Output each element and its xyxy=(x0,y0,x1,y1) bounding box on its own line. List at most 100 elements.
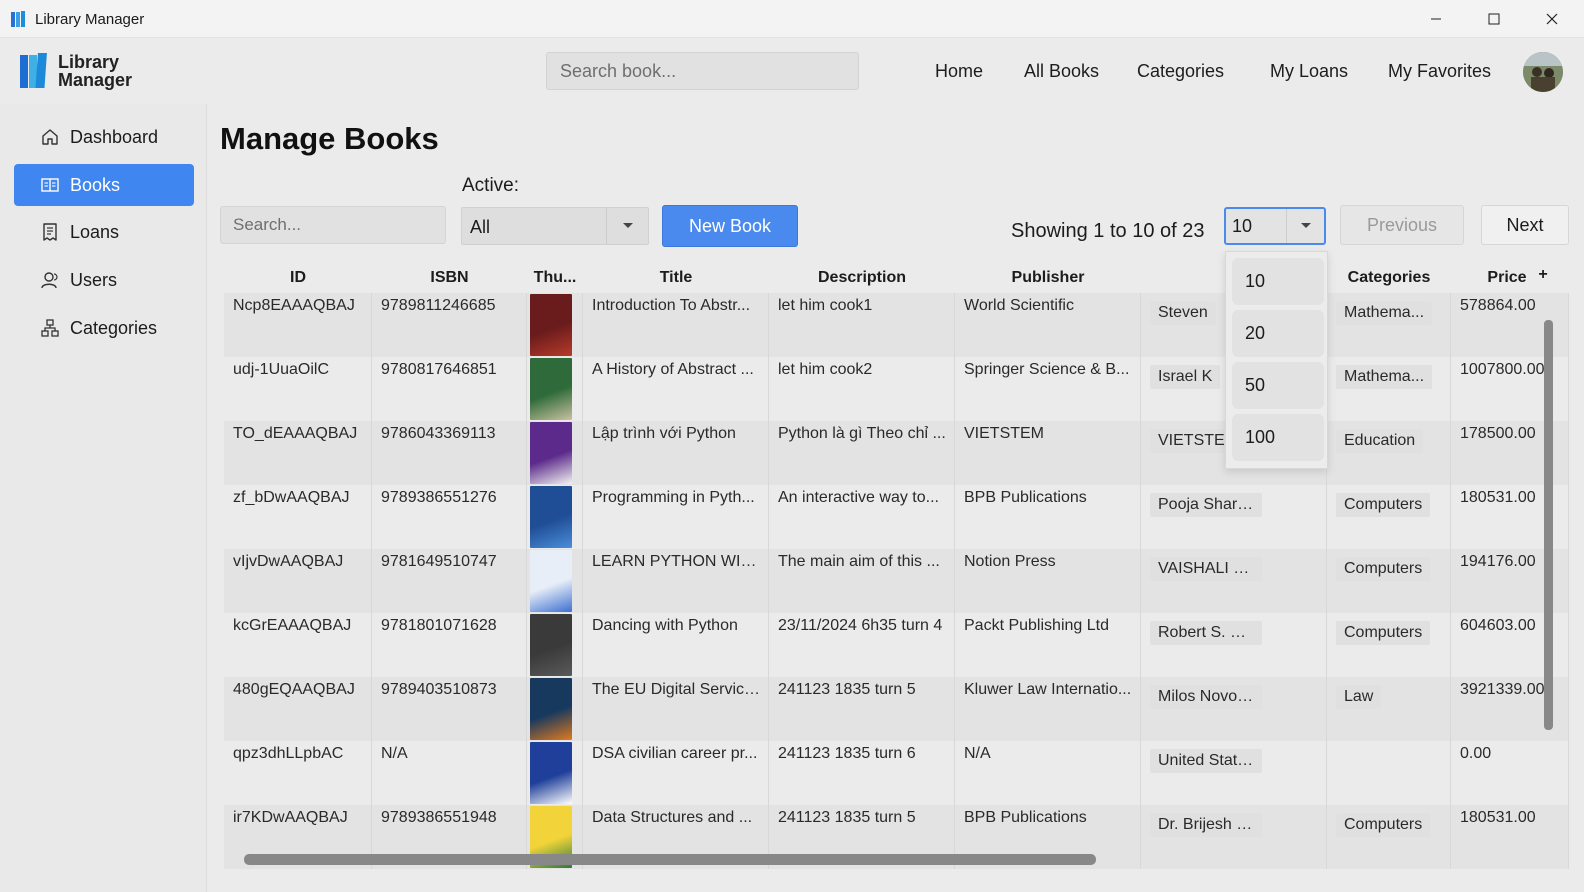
book-search-field[interactable] xyxy=(546,52,859,90)
cell-category: Mathema... xyxy=(1327,293,1451,357)
cell-author: Milos Novovic xyxy=(1141,677,1327,741)
cell-publisher-text: Kluwer Law Internatio... xyxy=(964,681,1132,698)
add-column-icon[interactable]: + xyxy=(1534,266,1552,284)
cell-isbn: N/A xyxy=(372,741,527,805)
main-content: Manage Books Active: All New Book Showin… xyxy=(207,104,1584,892)
cell-thumbnail xyxy=(527,613,583,677)
sidebar-item-dashboard[interactable]: Dashboard xyxy=(14,116,194,158)
active-filter-select[interactable]: All xyxy=(461,207,649,245)
maximize-button[interactable] xyxy=(1465,0,1523,38)
cell-description: let him cook2 xyxy=(769,357,955,421)
new-book-button[interactable]: New Book xyxy=(662,205,798,247)
horizontal-scrollbar-thumb[interactable] xyxy=(244,854,1096,865)
cell-isbn: 9780817646851 xyxy=(372,357,527,421)
cell-id: kcGrEAAAQBAJ xyxy=(224,613,372,677)
table-header: ID ISBN Thu... Title Description Publish… xyxy=(224,263,1569,293)
book-cover-thumbnail xyxy=(530,486,572,548)
table-search-input[interactable] xyxy=(221,207,445,243)
cell-description-text: The main aim of this ... xyxy=(778,553,940,570)
cell-isbn-text: N/A xyxy=(381,745,408,762)
cell-title-text: The EU Digital Service... xyxy=(592,681,762,698)
cell-title-text: Lập trình với Python xyxy=(592,425,736,442)
category-chip: Computers xyxy=(1336,493,1431,517)
book-cover-thumbnail xyxy=(530,678,572,740)
nav-all-books[interactable]: All Books xyxy=(1024,61,1099,82)
app-logo[interactable]: Library Manager xyxy=(18,52,138,92)
cell-publisher: VIETSTEM xyxy=(955,421,1141,485)
cell-title-text: Introduction To Abstr... xyxy=(592,297,751,314)
cell-isbn-text: 9781801071628 xyxy=(381,617,497,634)
category-chip: Education xyxy=(1336,429,1424,453)
column-header-id[interactable]: ID xyxy=(224,269,372,287)
previous-page-button[interactable]: Previous xyxy=(1340,205,1464,245)
column-header-description[interactable]: Description xyxy=(769,269,955,287)
table-row[interactable]: kcGrEAAAQBAJ 9781801071628 Dancing with Py… xyxy=(224,613,1569,677)
cell-isbn-text: 9780817646851 xyxy=(381,361,497,378)
cell-title: A History of Abstract ... xyxy=(583,357,769,421)
cell-isbn-text: 9789403510873 xyxy=(381,681,497,698)
close-button[interactable] xyxy=(1523,0,1581,38)
column-header-isbn[interactable]: ISBN xyxy=(372,269,527,287)
page-size-option-50[interactable]: 50 xyxy=(1232,362,1324,409)
chevron-down-icon xyxy=(606,208,648,244)
cell-title-text: DSA civilian career pr... xyxy=(592,745,758,762)
avatar-photo xyxy=(1523,52,1563,92)
cell-isbn-text: 9789811246685 xyxy=(381,297,496,314)
cell-isbn: 9781649510747 xyxy=(372,549,527,613)
table-row[interactable]: vIjvDwAAQBAJ 9781649510747 LEARN PYTHON WI… xyxy=(224,549,1569,613)
table-row[interactable]: Ncp8EAAAQBAJ 9789811246685 Introduction To… xyxy=(224,293,1569,357)
book-search-input[interactable] xyxy=(547,53,858,89)
table-row[interactable]: udj-1UuaOilC 9780817646851 A History of Ab… xyxy=(224,357,1569,421)
page-size-select[interactable]: 10 xyxy=(1224,207,1326,245)
cell-title-text: Programming in Pyth... xyxy=(592,489,755,506)
minimize-button[interactable] xyxy=(1407,0,1465,38)
cell-description-text: Python là gì Theo chỉ ... xyxy=(778,425,946,442)
category-chip: Law xyxy=(1336,685,1382,709)
nav-my-loans[interactable]: My Loans xyxy=(1270,61,1348,82)
cell-category: Computers xyxy=(1327,549,1451,613)
book-cover-thumbnail xyxy=(530,294,572,356)
horizontal-scrollbar[interactable] xyxy=(226,851,1546,867)
cell-isbn: 9789403510873 xyxy=(372,677,527,741)
page-size-option-100[interactable]: 100 xyxy=(1232,414,1324,461)
cell-publisher: N/A xyxy=(955,741,1141,805)
column-header-publisher[interactable]: Publisher xyxy=(955,269,1141,287)
column-header-title[interactable]: Title xyxy=(583,269,769,287)
table-row[interactable]: 480gEQAAQBAJ 9789403510873 The EU Digital … xyxy=(224,677,1569,741)
hierarchy-icon xyxy=(40,318,60,338)
column-header-thumbnail[interactable]: Thu... xyxy=(527,269,583,287)
page-size-option-10[interactable]: 10 xyxy=(1232,258,1324,305)
cell-id-text: vIjvDwAAQBAJ xyxy=(233,553,344,570)
books-table: ID ISBN Thu... Title Description Publish… xyxy=(224,263,1569,877)
table-row[interactable]: qpz3dhLLpbAC N/A DSA civilian career pr...… xyxy=(224,741,1569,805)
next-page-button[interactable]: Next xyxy=(1481,205,1569,245)
nav-my-favorites[interactable]: My Favorites xyxy=(1388,61,1491,82)
sidebar-item-categories[interactable]: Categories xyxy=(14,307,194,349)
app-header: Library Manager Home All Books Categorie… xyxy=(0,38,1584,104)
cell-isbn: 9786043369113 xyxy=(372,421,527,485)
nav-home[interactable]: Home xyxy=(935,61,983,82)
book-cover-thumbnail xyxy=(530,614,572,676)
cell-id: TO_dEAAAQBAJ xyxy=(224,421,372,485)
cell-publisher: BPB Publications xyxy=(955,485,1141,549)
sidebar-item-books[interactable]: Books xyxy=(14,164,194,206)
cell-description: let him cook1 xyxy=(769,293,955,357)
cell-description: 241123 1835 turn 5 xyxy=(769,677,955,741)
cell-category xyxy=(1327,741,1451,805)
vertical-scrollbar-thumb[interactable] xyxy=(1544,320,1553,730)
cell-isbn: 9789386551276 xyxy=(372,485,527,549)
sidebar-item-loans[interactable]: Loans xyxy=(14,211,194,253)
column-header-categories[interactable]: Categories xyxy=(1327,269,1451,287)
cell-publisher: World Scientific xyxy=(955,293,1141,357)
cell-category: Law xyxy=(1327,677,1451,741)
table-row[interactable]: zf_bDwAAQBAJ 9789386551276 Programming in … xyxy=(224,485,1569,549)
table-row[interactable]: TO_dEAAAQBAJ 9786043369113 Lập trình với P… xyxy=(224,421,1569,485)
cell-publisher-text: N/A xyxy=(964,745,991,762)
vertical-scrollbar[interactable] xyxy=(1542,308,1554,892)
nav-categories[interactable]: Categories xyxy=(1137,61,1224,82)
table-search-field[interactable] xyxy=(220,206,446,244)
sidebar-item-users[interactable]: Users xyxy=(14,259,194,301)
cell-description-text: An interactive way to... xyxy=(778,489,939,506)
page-size-option-20[interactable]: 20 xyxy=(1232,310,1324,357)
user-avatar[interactable] xyxy=(1523,52,1563,92)
